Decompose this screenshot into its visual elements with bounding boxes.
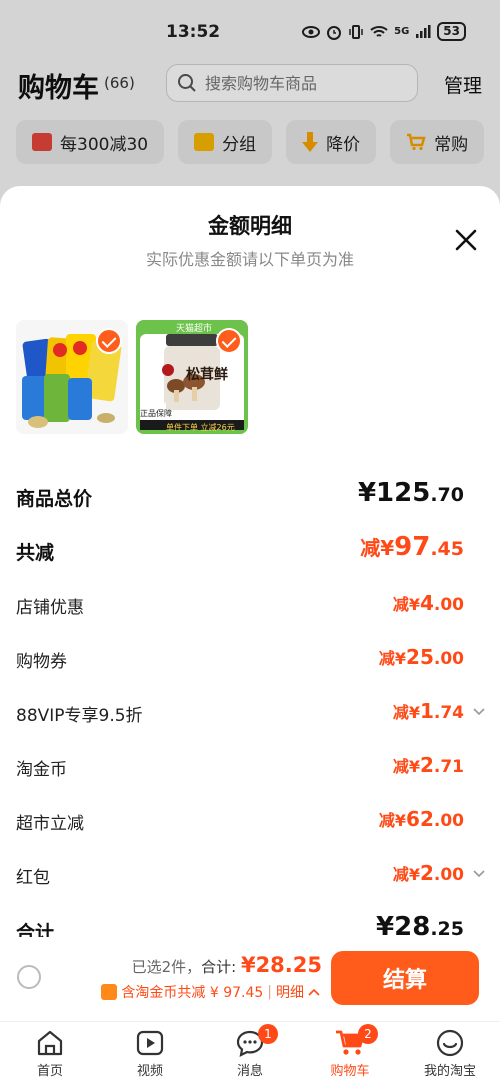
row-value: 减¥25.00 xyxy=(379,645,464,669)
row-value: 减¥1.74 xyxy=(393,699,464,723)
value-dec: .00 xyxy=(433,649,464,669)
chevron-down-icon[interactable] xyxy=(472,867,486,881)
taojinbi-row: 淘金币 减¥2.71 xyxy=(16,749,484,785)
value-int: 2 xyxy=(419,753,434,777)
value-prefix: 减¥ xyxy=(360,536,395,560)
value-int: 1 xyxy=(419,699,434,723)
value-prefix: 减¥ xyxy=(392,757,420,776)
value-dec: .71 xyxy=(433,757,464,777)
value-int: 62 xyxy=(406,807,434,831)
checked-icon xyxy=(216,328,242,354)
tab-label: 首页 xyxy=(36,1064,63,1079)
coupon-row: 购物券 减¥25.00 xyxy=(16,641,484,677)
video-icon xyxy=(136,1030,164,1056)
total-reduce-row: 共减 减¥97.45 xyxy=(16,532,484,568)
value-int: 2 xyxy=(419,861,434,885)
supermarket-row: 超市立减 减¥62.00 xyxy=(16,803,484,839)
value-dec: .45 xyxy=(430,538,464,560)
tab-label: 视频 xyxy=(136,1064,163,1079)
value-dec: .00 xyxy=(433,811,464,831)
value-int: 97 xyxy=(394,532,431,562)
value-dec: .70 xyxy=(430,484,464,506)
coupon-icon xyxy=(101,984,118,1000)
red-packet-row[interactable]: 红包 减¥2.00 xyxy=(16,857,486,893)
value-int: 125 xyxy=(376,478,431,508)
value-dec: .00 xyxy=(433,595,464,615)
row-value: 减¥62.00 xyxy=(379,807,464,831)
sheet-title: 金额明细 xyxy=(208,214,292,238)
home-icon xyxy=(37,1030,63,1056)
detail-toggle[interactable]: 明细 xyxy=(276,982,304,1002)
selected-count: 已选2件， xyxy=(131,958,202,976)
product-name: 松茸鲜 xyxy=(186,367,228,383)
tab-cart[interactable]: 2 购物车 xyxy=(300,1022,400,1085)
tab-home[interactable]: 首页 xyxy=(0,1022,100,1085)
tab-label: 购物车 xyxy=(330,1064,370,1079)
row-value: 减¥2.00 xyxy=(393,861,464,885)
guarantee-badge: 正品保障 xyxy=(140,409,172,418)
select-all-radio[interactable] xyxy=(17,965,41,989)
row-label: 超市立减 xyxy=(16,814,84,834)
tab-video[interactable]: 视频 xyxy=(100,1022,200,1085)
value-prefix: 减¥ xyxy=(378,811,407,830)
shop-discount-row: 店铺优惠 减¥4.00 xyxy=(16,587,484,623)
value-prefix: ¥ xyxy=(357,478,377,508)
tab-label: 我的淘宝 xyxy=(423,1064,476,1079)
promo-strip: 单件下单 立减26元 xyxy=(166,423,235,432)
value-prefix: 减¥ xyxy=(378,649,407,668)
vip-discount-row[interactable]: 88VIP专享9.5折 减¥1.74 xyxy=(16,695,486,731)
value-dec: .74 xyxy=(433,703,464,723)
row-label: 共减 xyxy=(16,542,55,564)
value-dec: .00 xyxy=(433,865,464,885)
divider: | xyxy=(267,984,272,1000)
tab-messages[interactable]: 1 消息 xyxy=(200,1022,300,1085)
row-label: 店铺优惠 xyxy=(16,598,84,618)
bottom-tab-bar: 首页 视频 1 消息 2 购物车 我的淘宝 xyxy=(0,1021,500,1085)
value-prefix: 减¥ xyxy=(392,865,420,884)
product-thumb[interactable]: 天猫超市 松茸鲜 正品保障 单件下单 立减26元 xyxy=(136,320,248,434)
total-value: ¥28.25 xyxy=(240,953,322,977)
value-prefix: 减¥ xyxy=(392,703,420,722)
row-label: 88VIP专享9.5折 xyxy=(16,706,143,726)
checked-icon xyxy=(96,328,122,354)
row-value: ¥125.70 xyxy=(358,478,464,508)
tab-label: 消息 xyxy=(236,1064,263,1079)
selected-summary: 已选2件，合计: ¥28.25 xyxy=(132,953,322,977)
product-thumbnails: 天猫超市 松茸鲜 正品保障 单件下单 立减26元 xyxy=(16,320,248,434)
total-label: 合计: xyxy=(201,958,237,976)
row-value: 减¥97.45 xyxy=(360,532,464,562)
row-value: 减¥2.71 xyxy=(393,753,464,777)
notification-badge: 2 xyxy=(358,1024,378,1044)
close-icon[interactable] xyxy=(452,226,480,254)
profile-icon xyxy=(436,1029,464,1057)
row-label: 商品总价 xyxy=(16,488,93,510)
row-value: 减¥4.00 xyxy=(393,591,464,615)
tab-profile[interactable]: 我的淘宝 xyxy=(400,1022,500,1085)
checkout-button[interactable]: 结算 xyxy=(331,951,479,1005)
chevron-down-icon[interactable] xyxy=(472,705,486,719)
row-label: 购物券 xyxy=(16,652,67,672)
notification-badge: 1 xyxy=(258,1024,278,1044)
goods-total-row: 商品总价 ¥125.70 xyxy=(16,478,484,514)
value-prefix: 减¥ xyxy=(392,595,420,614)
chevron-up-icon[interactable] xyxy=(308,987,320,997)
discount-text: 含淘金币共减 ¥ 97.45 xyxy=(121,985,264,1001)
discount-summary[interactable]: 含淘金币共减 ¥ 97.45 | 明细 xyxy=(101,982,320,1002)
checkout-bar: 已选2件，合计: ¥28.25 含淘金币共减 ¥ 97.45 | 明细 结算 xyxy=(0,937,500,1021)
value-int: 4 xyxy=(419,591,434,615)
value-int: 25 xyxy=(406,645,434,669)
tmall-label: 天猫超市 xyxy=(176,324,213,334)
row-label: 红包 xyxy=(16,868,50,888)
sheet-subtitle: 实际优惠金额请以下单页为准 xyxy=(145,250,354,269)
row-label: 淘金币 xyxy=(16,760,67,780)
product-thumb[interactable] xyxy=(16,320,128,434)
